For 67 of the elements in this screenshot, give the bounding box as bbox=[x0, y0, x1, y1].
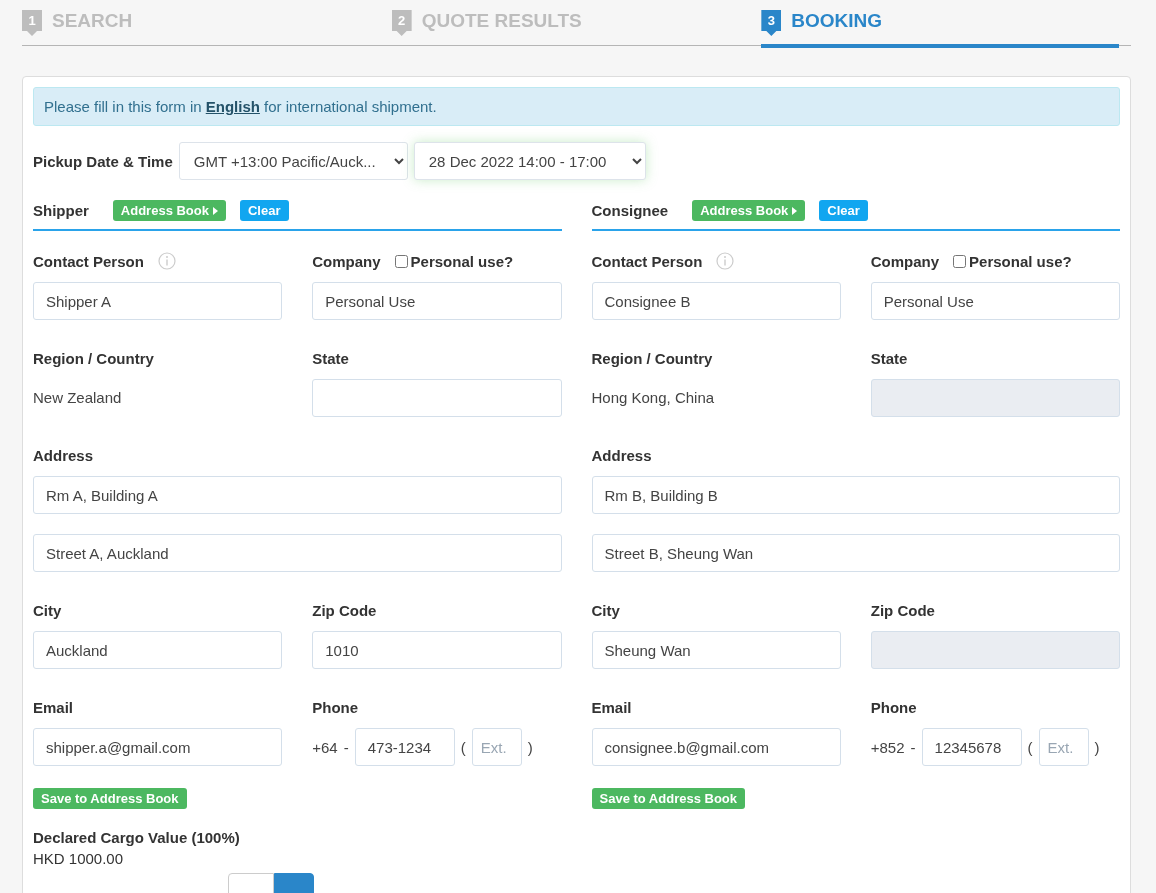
field-label: City bbox=[591, 601, 620, 619]
field-label: State bbox=[870, 349, 908, 367]
declared-value-label: Declared Cargo Value (100%) bbox=[33, 829, 241, 846]
field-label: Zip Code bbox=[870, 601, 935, 619]
address-field[interactable]: Street A, Auckland bbox=[33, 534, 562, 572]
checkbox-label: Personal use? bbox=[410, 252, 514, 270]
phone-field[interactable]: 473-1234 bbox=[354, 728, 455, 766]
contact-person-field[interactable]: Consignee B bbox=[591, 282, 841, 320]
country-code: +64 bbox=[312, 738, 338, 756]
personal-use-checkbox[interactable] bbox=[394, 254, 408, 268]
field-label: Email bbox=[591, 698, 632, 716]
zip-code-field[interactable]: 1010 bbox=[312, 631, 562, 669]
parenthesis: ) bbox=[527, 738, 533, 756]
info-icon[interactable] bbox=[157, 252, 176, 270]
field-label: Region / Country bbox=[591, 349, 713, 367]
caret-icon bbox=[213, 206, 218, 215]
pickup-slot-select[interactable]: 28 Dec 2022 14:00 - 17:00 bbox=[413, 142, 646, 180]
field-label: Region / Country bbox=[33, 349, 154, 367]
phone-field[interactable]: 12345678 bbox=[921, 728, 1022, 766]
personal-use-checkbox[interactable] bbox=[953, 254, 967, 268]
field-label: Email bbox=[33, 698, 74, 716]
field-label: Address bbox=[33, 446, 94, 464]
language-link[interactable]: English bbox=[205, 98, 260, 115]
timezone-select[interactable]: GMT +13:00 Pacific/Auck... bbox=[178, 142, 408, 180]
info-icon[interactable] bbox=[716, 252, 735, 270]
section-title: Shipper bbox=[33, 202, 89, 219]
caret-icon bbox=[792, 206, 798, 215]
country-code: +852 bbox=[870, 738, 905, 756]
info-notice: Please fill in this form in English for international shipment. bbox=[33, 87, 1120, 126]
address-field[interactable]: Rm B, Building B bbox=[591, 476, 1120, 514]
extension-field[interactable]: Ext. bbox=[471, 728, 522, 766]
parenthesis: ( bbox=[460, 738, 466, 756]
field-label: Contact Person bbox=[33, 252, 144, 270]
city-field[interactable]: Sheung Wan bbox=[591, 631, 841, 669]
section-title: Consignee bbox=[591, 202, 669, 219]
step-number: 3 bbox=[761, 10, 782, 36]
address-field[interactable]: Street B, Sheung Wan bbox=[591, 534, 1120, 572]
declared-value: HKD 1000.00 bbox=[33, 850, 125, 867]
step-number: 2 bbox=[391, 10, 412, 36]
extension-field[interactable]: Ext. bbox=[1038, 728, 1089, 766]
checkbox-label: Personal use? bbox=[969, 252, 1072, 270]
region-value: Hong Kong, China bbox=[591, 388, 716, 408]
field-label: City bbox=[33, 601, 62, 619]
step-number: 1 bbox=[22, 10, 42, 36]
step-tab[interactable]: 3 BOOKING bbox=[761, 0, 1119, 48]
email-field[interactable]: shipper.a@gmail.com bbox=[33, 728, 283, 766]
phone-separator: - bbox=[910, 738, 916, 756]
company-field[interactable]: Personal Use bbox=[312, 282, 562, 320]
company-field[interactable]: Personal Use bbox=[870, 282, 1120, 320]
field-label: Company bbox=[312, 252, 381, 270]
field-label: Contact Person bbox=[591, 252, 703, 270]
field-label: Address bbox=[591, 446, 652, 464]
phone-separator: - bbox=[343, 738, 349, 756]
field-label: Phone bbox=[312, 698, 359, 716]
region-value: New Zealand bbox=[33, 388, 123, 408]
email-field[interactable]: consignee.b@gmail.com bbox=[591, 728, 841, 766]
field-label: Phone bbox=[870, 698, 917, 716]
address-field[interactable]: Rm A, Building A bbox=[33, 476, 562, 514]
state-field[interactable] bbox=[312, 379, 562, 417]
field-label: State bbox=[312, 349, 349, 367]
parenthesis: ) bbox=[1094, 738, 1100, 756]
pickup-label: Pickup Date & Time bbox=[33, 152, 173, 170]
city-field[interactable]: Auckland bbox=[33, 631, 283, 669]
contact-person-field[interactable]: Shipper A bbox=[33, 282, 283, 320]
field-label: Zip Code bbox=[312, 601, 377, 619]
parenthesis: ( bbox=[1027, 738, 1033, 756]
field-label: Company bbox=[870, 252, 940, 270]
